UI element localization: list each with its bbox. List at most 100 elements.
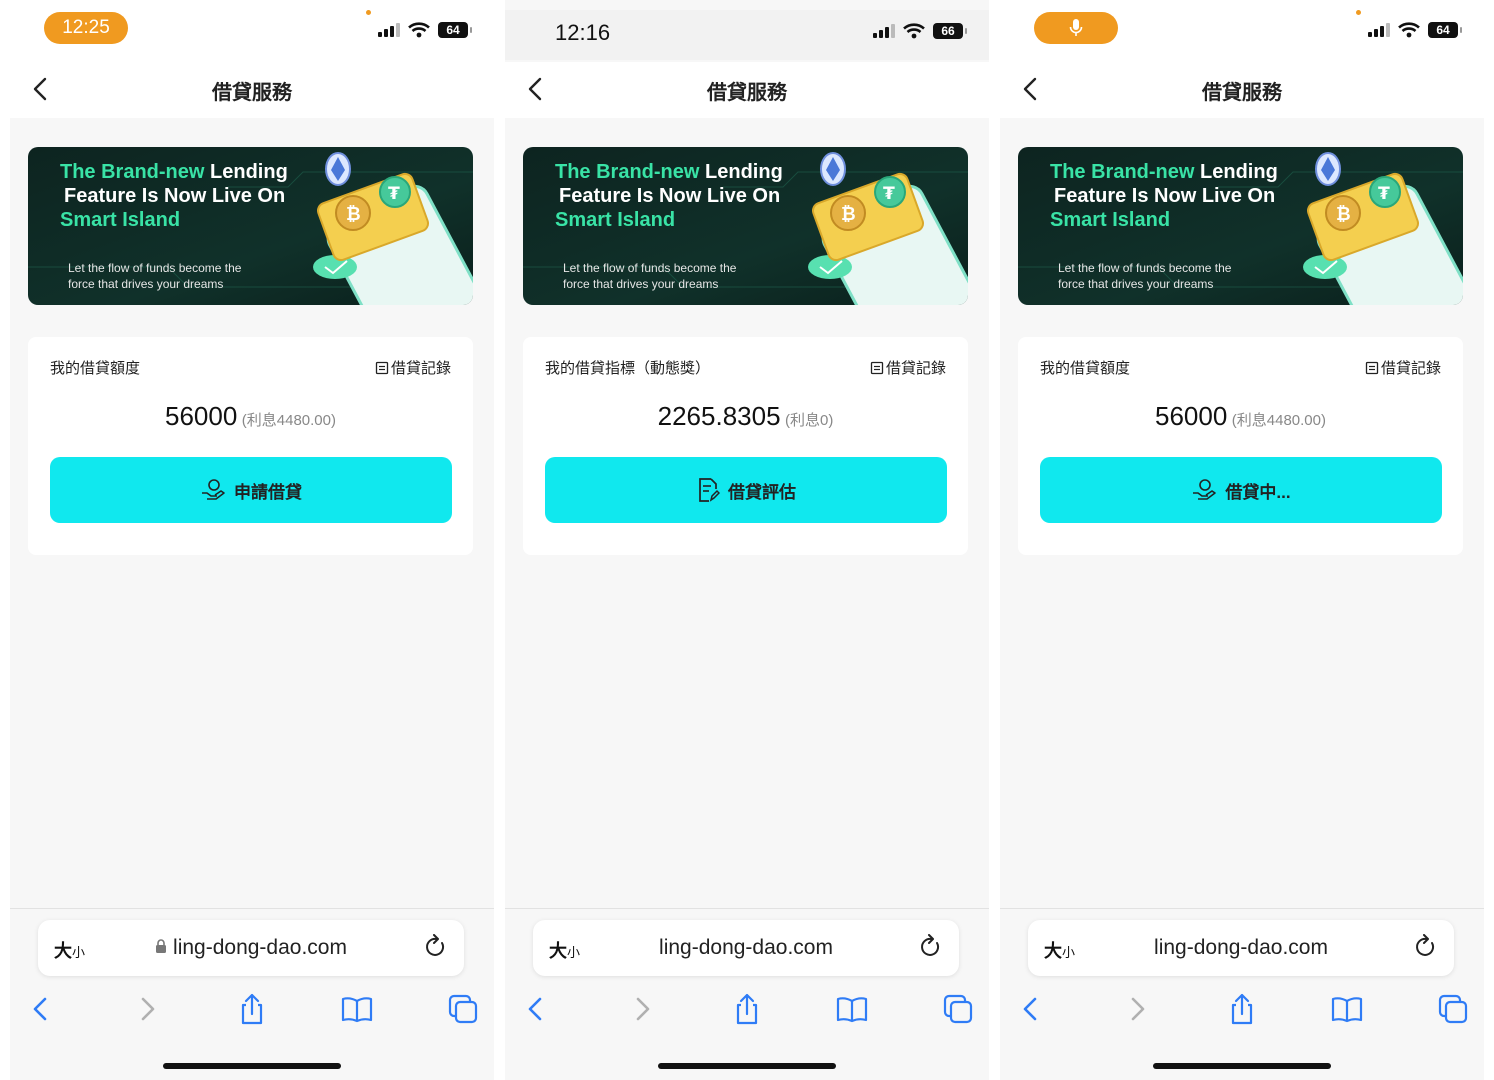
home-indicator[interactable] [658, 1063, 836, 1069]
svg-text:₿: ₿ [841, 204, 856, 225]
url-text: ling-dong-dao.com [1154, 936, 1328, 959]
banner-subtitle-line2: force that drives your dreams [68, 277, 224, 291]
battery-icon: 64 [438, 22, 472, 38]
home-indicator[interactable] [163, 1063, 341, 1069]
url-display[interactable]: ling-dong-dao.com [38, 936, 464, 960]
promo-banner[interactable]: The Brand-new Lending Feature Is Now Liv… [1018, 147, 1463, 305]
promo-banner[interactable]: The Brand-new Lending Feature Is Now Liv… [28, 147, 473, 305]
loan-indicator-label: 我的借貸指標（動態獎） [545, 360, 711, 377]
share-icon[interactable] [1225, 992, 1259, 1026]
loan-limit-label: 我的借貸額度 [1040, 360, 1131, 377]
url-display[interactable]: ling-dong-dao.com [533, 936, 959, 960]
reload-icon[interactable] [424, 934, 448, 960]
loan-record-link[interactable]: 借貸記錄 [870, 357, 946, 378]
address-bar[interactable]: 大小 ling-dong-dao.com [533, 920, 959, 976]
wifi-icon [408, 22, 430, 38]
hand-coin-icon [202, 479, 225, 500]
url-text: ling-dong-dao.com [659, 936, 833, 959]
banner-headline-line1: The Brand-new Lending [555, 161, 783, 184]
toolbar-divider [10, 908, 494, 909]
svg-text:₮: ₮ [388, 184, 400, 204]
banner-subtitle-line2: force that drives your dreams [1058, 277, 1214, 291]
calendar-icon [375, 361, 389, 374]
loan-record-label: 借貸記錄 [885, 360, 946, 377]
url-text: ling-dong-dao.com [173, 936, 347, 959]
banner-headline-line2: Feature Is Now Live On [64, 185, 286, 207]
bookmarks-icon[interactable] [1330, 992, 1364, 1026]
share-icon[interactable] [235, 992, 269, 1026]
browser-toolbar [1000, 990, 1484, 1030]
apply-loan-button[interactable]: 申請借貸 [50, 457, 452, 523]
back-arrow-icon[interactable] [24, 992, 58, 1026]
loan-record-link[interactable]: 借貸記錄 [1365, 357, 1441, 378]
nav-bar: 借貸服務 [10, 62, 494, 118]
loan-interest: (利息4480.00) [241, 412, 336, 429]
url-display[interactable]: ling-dong-dao.com [1028, 936, 1454, 960]
status-bar: 12:25 64 [10, 0, 494, 62]
home-indicator[interactable] [1153, 1063, 1331, 1069]
microphone-pill [1034, 12, 1118, 44]
loan-amount: 56000 [165, 401, 238, 431]
tabs-icon[interactable] [446, 992, 480, 1026]
crypto-wallet-illustration: ₿ ₮ [313, 152, 473, 305]
battery-level: 64 [446, 23, 460, 37]
status-time-pill: 12:25 [44, 12, 128, 44]
back-arrow-icon[interactable] [1014, 992, 1048, 1026]
battery-icon: 64 [1428, 22, 1462, 38]
bookmarks-icon[interactable] [340, 992, 374, 1026]
status-time: 12:16 [555, 20, 611, 45]
svg-text:₮: ₮ [1378, 184, 1390, 204]
status-time: 12:25 [62, 17, 110, 38]
page-title: 借貸服務 [1202, 82, 1282, 104]
cellular-signal-icon [873, 24, 895, 38]
banner-headline-line3: Smart Island [1050, 209, 1171, 231]
back-arrow-icon[interactable] [519, 992, 553, 1026]
forward-arrow-icon[interactable] [130, 992, 164, 1026]
loan-card: 我的借貸指標（動態獎） 借貸記錄 2265.8305 (利息0) 借貸評估 [523, 337, 968, 555]
banner-headline-line2: Feature Is Now Live On [1054, 185, 1276, 207]
banner-headline-line1: The Brand-new Lending [60, 161, 288, 184]
svg-text:₿: ₿ [1336, 204, 1351, 225]
loan-amount: 56000 [1155, 401, 1228, 431]
loan-amount: 2265.8305 [657, 401, 781, 431]
microphone-icon [1069, 19, 1083, 36]
wifi-icon [903, 23, 925, 39]
battery-icon: 66 [933, 23, 967, 39]
banner-headline-line3: Smart Island [60, 209, 181, 231]
browser-toolbar [505, 990, 989, 1030]
loan-evaluation-label: 借貸評估 [728, 482, 796, 502]
loan-interest: (利息0) [785, 412, 834, 429]
banner-headline-green: The Brand-new [555, 161, 700, 183]
amount-row: 2265.8305 (利息0) [523, 401, 968, 432]
tabs-icon[interactable] [941, 992, 975, 1026]
privacy-indicator-dot [1356, 10, 1361, 15]
address-bar[interactable]: 大小 ling-dong-dao.com [1028, 920, 1454, 976]
toolbar-divider [1000, 908, 1484, 909]
cellular-signal-icon [1368, 23, 1390, 37]
promo-banner[interactable]: The Brand-new Lending Feature Is Now Liv… [523, 147, 968, 305]
banner-headline-line1: The Brand-new Lending [1050, 161, 1278, 184]
forward-arrow-icon[interactable] [1120, 992, 1154, 1026]
forward-arrow-icon[interactable] [625, 992, 659, 1026]
wifi-icon [1398, 22, 1420, 38]
banner-subtitle-line1: Let the flow of funds become the [1058, 261, 1232, 275]
loan-evaluation-button[interactable]: 借貸評估 [545, 457, 947, 523]
tabs-icon[interactable] [1436, 992, 1470, 1026]
loan-in-progress-button[interactable]: 借貸中... [1040, 457, 1442, 523]
nav-bar: 借貸服務 [1000, 62, 1484, 118]
loan-card: 我的借貸額度 借貸記錄 56000 (利息4480.00) 申請借貸 [28, 337, 473, 555]
banner-headline-green: The Brand-new [60, 161, 205, 183]
status-icons: 64 [378, 22, 472, 38]
hand-coin-icon [1193, 479, 1217, 500]
bookmarks-icon[interactable] [835, 992, 869, 1026]
svg-text:₿: ₿ [346, 204, 361, 225]
reload-icon[interactable] [919, 934, 943, 960]
battery-level: 64 [1436, 23, 1450, 37]
address-bar[interactable]: 大小 ling-dong-dao.com [38, 920, 464, 976]
amount-row: 56000 (利息4480.00) [28, 401, 473, 432]
share-icon[interactable] [730, 992, 764, 1026]
reload-icon[interactable] [1414, 934, 1438, 960]
banner-subtitle-line2: force that drives your dreams [563, 277, 719, 291]
loan-record-link[interactable]: 借貸記錄 [375, 357, 451, 378]
loan-record-label: 借貸記錄 [390, 360, 451, 377]
